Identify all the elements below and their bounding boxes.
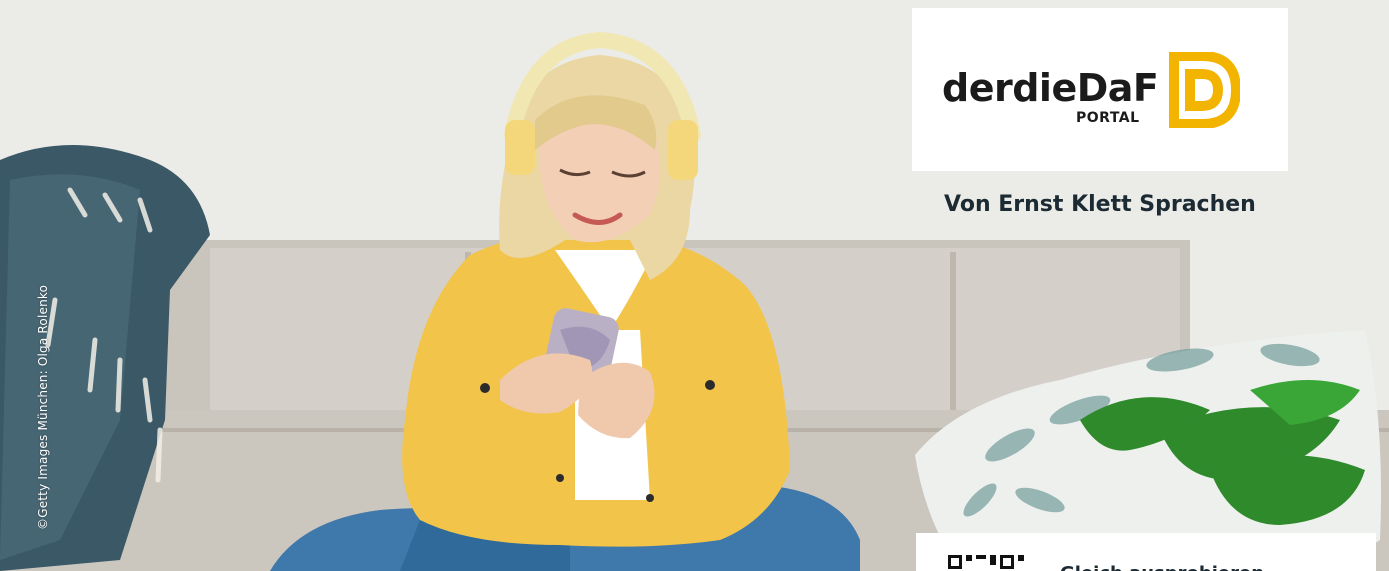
qr-card-label: Gleich ausprobieren: [1060, 563, 1264, 571]
derdiedaf-logo-icon: [1169, 52, 1240, 128]
publisher-line: Von Ernst Klett Sprachen: [944, 192, 1256, 217]
logo-box[interactable]: derdieDaF PORTAL: [912, 8, 1288, 171]
photo-credit: ©Getty Images München: Olga Rolenko: [36, 284, 50, 530]
qr-card[interactable]: Gleich ausprobieren: [916, 533, 1376, 571]
qr-code-icon: [946, 553, 1032, 571]
logo-subline: PORTAL: [1076, 110, 1140, 126]
logo-wordmark: derdieDaF: [942, 66, 1159, 110]
hero-banner: ©Getty Images München: Olga Rolenko derd…: [0, 0, 1389, 571]
